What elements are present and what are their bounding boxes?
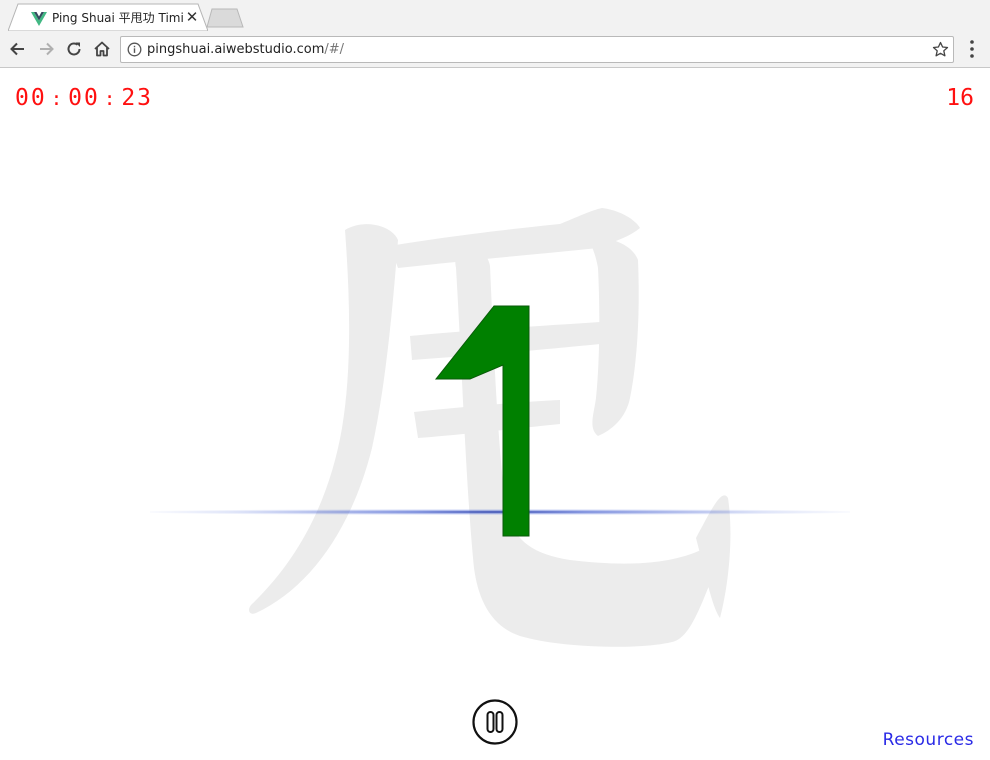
info-icon[interactable] <box>127 42 142 57</box>
back-button[interactable] <box>4 31 32 67</box>
browser-tab-strip: Ping Shuai 平甩功 Timing ✕ <box>0 0 990 31</box>
pause-icon-ring <box>472 699 518 745</box>
swing-count: 16 <box>946 85 974 111</box>
url-host: pingshuai.aiwebstudio.com <box>147 42 325 57</box>
timer-seconds: 23 <box>121 85 154 111</box>
timer-colon: : <box>103 88 118 110</box>
timer-hours: 00 <box>15 85 47 111</box>
home-icon <box>94 41 110 57</box>
timer-colon: : <box>50 88 65 110</box>
new-tab-button[interactable] <box>206 8 244 28</box>
current-digit-image <box>434 305 530 537</box>
forward-arrow-icon <box>40 42 54 56</box>
timer-minutes: 00 <box>68 85 100 111</box>
home-button[interactable] <box>88 31 116 67</box>
vue-logo-icon <box>31 12 47 26</box>
browser-tab[interactable]: Ping Shuai 平甩功 Timing ✕ <box>8 3 208 31</box>
reload-button[interactable] <box>60 31 88 67</box>
tab-title: Ping Shuai 平甩功 Timing <box>52 11 184 25</box>
back-arrow-icon <box>10 42 24 56</box>
reload-icon <box>67 42 81 56</box>
bookmark-star-icon[interactable] <box>932 41 949 58</box>
forward-button[interactable] <box>32 31 60 67</box>
timer-page: 00:00:23 16 Resources <box>0 68 990 760</box>
browser-toolbar: pingshuai.aiwebstudio.com/#/ <box>0 31 990 68</box>
elapsed-timer: 00:00:23 <box>15 85 153 112</box>
address-bar[interactable]: pingshuai.aiwebstudio.com/#/ <box>120 36 954 63</box>
url-path: /#/ <box>324 42 345 57</box>
url-text[interactable]: pingshuai.aiwebstudio.com/#/ <box>147 37 344 62</box>
browser-menu-icon[interactable] <box>964 36 980 62</box>
pause-button[interactable] <box>472 699 518 745</box>
close-tab-icon[interactable]: ✕ <box>183 8 201 26</box>
resources-link[interactable]: Resources <box>883 729 974 751</box>
